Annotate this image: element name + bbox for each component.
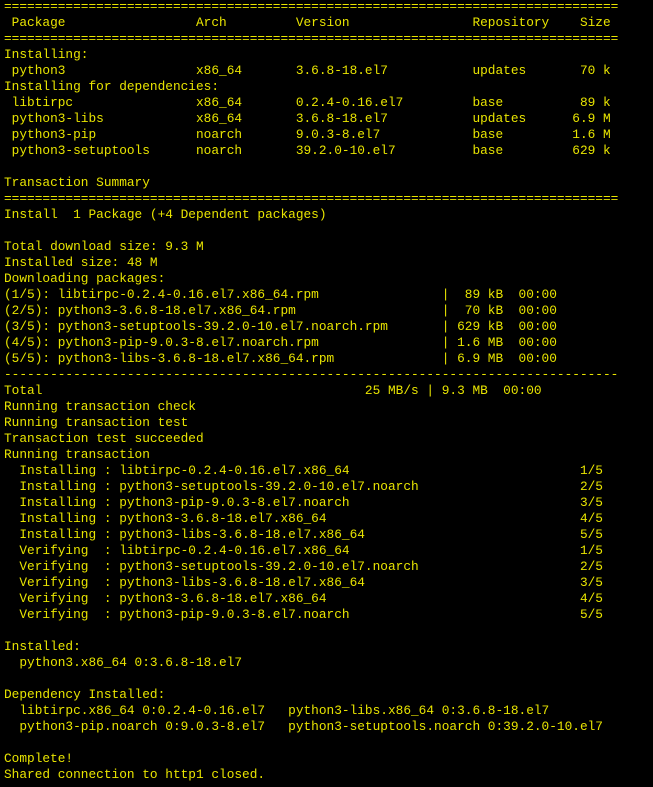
terminal-line: Transaction test succeeded — [4, 431, 204, 446]
terminal-line: python3-setuptools noarch 39.2.0-10.el7 … — [4, 143, 611, 158]
terminal-line: python3-pip.noarch 0:9.0.3-8.el7 python3… — [4, 719, 603, 734]
terminal-line: python3 x86_64 3.6.8-18.el7 updates 70 k — [4, 63, 611, 78]
terminal-line: Total download size: 9.3 M — [4, 239, 204, 254]
terminal-line: (3/5): python3-setuptools-39.2.0-10.el7.… — [4, 319, 557, 334]
terminal-line: Running transaction check — [4, 399, 196, 414]
terminal-line: Installing : python3-setuptools-39.2.0-1… — [4, 479, 603, 494]
terminal-line: Downloading packages: — [4, 271, 166, 286]
terminal-line: ========================================… — [4, 0, 619, 14]
terminal-line: python3.x86_64 0:3.6.8-18.el7 — [4, 655, 243, 670]
terminal-line: (4/5): python3-pip-9.0.3-8.el7.noarch.rp… — [4, 335, 557, 350]
terminal-line: ========================================… — [4, 191, 619, 206]
terminal-line: python3-pip noarch 9.0.3-8.el7 base 1.6 … — [4, 127, 611, 142]
terminal-line: Transaction Summary — [4, 175, 150, 190]
terminal-line: Total 25 MB/s | 9.3 MB 00:00 — [4, 383, 542, 398]
terminal-line: Installed size: 48 M — [4, 255, 158, 270]
terminal-line: Shared connection to http1 closed. — [4, 767, 266, 782]
terminal-line: Installing : python3-pip-9.0.3-8.el7.noa… — [4, 495, 603, 510]
terminal-line: (1/5): libtirpc-0.2.4-0.16.el7.x86_64.rp… — [4, 287, 557, 302]
terminal-line: Dependency Installed: — [4, 687, 166, 702]
terminal-line: Installed: — [4, 639, 81, 654]
terminal-line: Install 1 Package (+4 Dependent packages… — [4, 207, 327, 222]
terminal-line: Installing for dependencies: — [4, 79, 220, 94]
terminal-line: Verifying : libtirpc-0.2.4-0.16.el7.x86_… — [4, 543, 603, 558]
terminal-output: ========================================… — [4, 0, 650, 783]
terminal-line: Verifying : python3-pip-9.0.3-8.el7.noar… — [4, 607, 603, 622]
terminal-line: python3-libs x86_64 3.6.8-18.el7 updates… — [4, 111, 611, 126]
terminal-line: Installing: — [4, 47, 89, 62]
terminal-line: Complete! — [4, 751, 74, 766]
terminal-line: Verifying : python3-libs-3.6.8-18.el7.x8… — [4, 575, 603, 590]
terminal-line: Installing : python3-3.6.8-18.el7.x86_64… — [4, 511, 603, 526]
terminal-line: (5/5): python3-libs-3.6.8-18.el7.x86_64.… — [4, 351, 557, 366]
terminal-line: (2/5): python3-3.6.8-18.el7.x86_64.rpm |… — [4, 303, 557, 318]
terminal-line: ----------------------------------------… — [4, 367, 619, 382]
terminal-line: libtirpc x86_64 0.2.4-0.16.el7 base 89 k — [4, 95, 611, 110]
terminal-line: Running transaction test — [4, 415, 189, 430]
terminal-line: Installing : libtirpc-0.2.4-0.16.el7.x86… — [4, 463, 603, 478]
terminal-window[interactable]: ========================================… — [0, 0, 653, 787]
terminal-line: Verifying : python3-setuptools-39.2.0-10… — [4, 559, 603, 574]
terminal-line: Installing : python3-libs-3.6.8-18.el7.x… — [4, 527, 603, 542]
terminal-line: ========================================… — [4, 31, 619, 46]
terminal-line: libtirpc.x86_64 0:0.2.4-0.16.el7 python3… — [4, 703, 550, 718]
terminal-line: Package Arch Version Repository Size — [4, 15, 611, 30]
terminal-line: Running transaction — [4, 447, 150, 462]
terminal-line: Verifying : python3-3.6.8-18.el7.x86_64 … — [4, 591, 603, 606]
